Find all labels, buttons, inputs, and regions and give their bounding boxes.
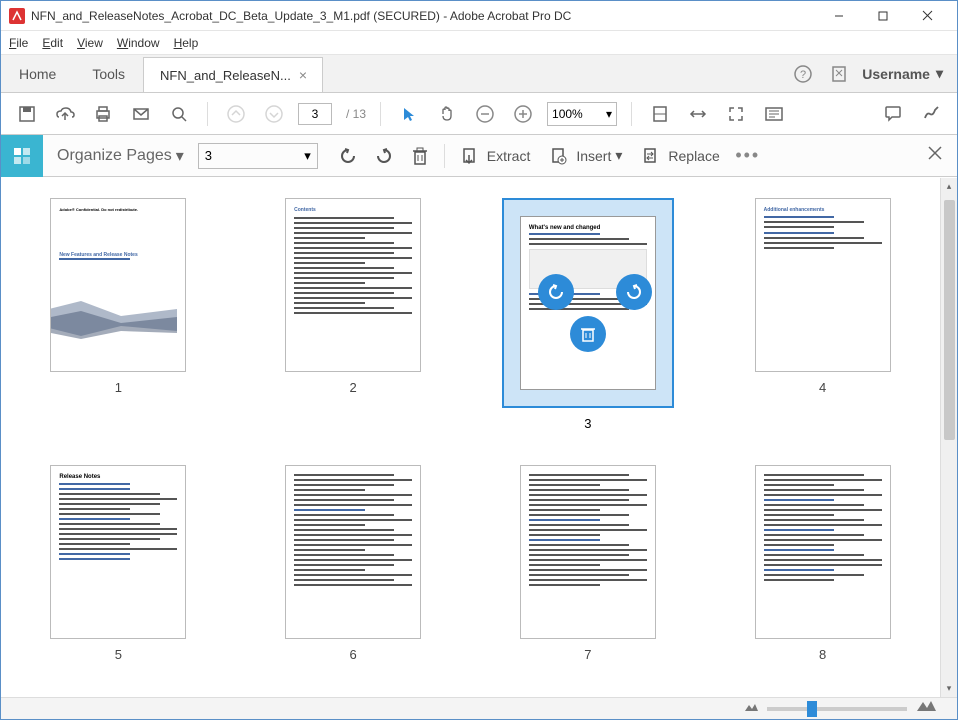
- fullscreen-icon[interactable]: [722, 100, 750, 128]
- menu-bar: File Edit View Window Help: [1, 31, 957, 55]
- thumbnail-small-icon[interactable]: [743, 700, 759, 718]
- save-icon[interactable]: [13, 100, 41, 128]
- zoom-select[interactable]: 100%▾: [547, 102, 617, 126]
- page-number: 8: [819, 647, 826, 662]
- rotate-right-icon[interactable]: [369, 141, 399, 171]
- more-options-icon[interactable]: •••: [733, 141, 763, 171]
- delete-badge-icon[interactable]: [570, 316, 606, 352]
- username-menu[interactable]: Username ▾: [862, 65, 943, 82]
- chevron-down-icon: ▾: [615, 147, 622, 164]
- fit-page-icon[interactable]: [646, 100, 674, 128]
- vertical-scrollbar[interactable]: ▴ ▾: [940, 178, 957, 697]
- close-organize-icon[interactable]: [927, 145, 943, 166]
- pages-grid-area: Adobe® Confidential. Do not redistribute…: [1, 178, 940, 697]
- page-range-select[interactable]: 3 ▾: [198, 143, 318, 169]
- tab-document-label: NFN_and_ReleaseN...: [160, 68, 291, 83]
- tab-document[interactable]: NFN_and_ReleaseN... ×: [143, 57, 323, 92]
- organize-pages-tool-icon[interactable]: [1, 135, 43, 177]
- acrobat-icon: [9, 8, 25, 24]
- insert-label[interactable]: Insert▾: [576, 147, 622, 164]
- sign-icon[interactable]: [917, 100, 945, 128]
- username-label: Username: [862, 66, 930, 82]
- chevron-down-icon: ▾: [936, 65, 943, 82]
- email-icon[interactable]: [127, 100, 155, 128]
- page-thumbnail-8[interactable]: 8: [735, 465, 910, 662]
- comment-icon[interactable]: [879, 100, 907, 128]
- page-thumbnail-7[interactable]: 7: [501, 465, 676, 662]
- maximize-button[interactable]: [861, 2, 905, 30]
- menu-file[interactable]: File: [9, 36, 28, 50]
- page-up-icon[interactable]: [222, 100, 250, 128]
- title-bar: NFN_and_ReleaseNotes_Acrobat_DC_Beta_Upd…: [1, 1, 957, 31]
- separator: [380, 102, 381, 126]
- scroll-down-icon[interactable]: ▾: [941, 680, 957, 697]
- current-page-input[interactable]: [298, 103, 332, 125]
- scrollbar-thumb[interactable]: [944, 200, 955, 440]
- chevron-down-icon: ▾: [176, 146, 184, 166]
- tab-close-icon[interactable]: ×: [299, 67, 307, 83]
- page-number: 4: [819, 380, 826, 395]
- replace-icon[interactable]: [635, 141, 665, 171]
- page-thumbnail-6[interactable]: 6: [266, 465, 441, 662]
- page-thumbnail-2[interactable]: Contents 2: [266, 198, 441, 431]
- minimize-button[interactable]: [817, 2, 861, 30]
- insert-icon[interactable]: [543, 141, 573, 171]
- page-number: 1: [115, 380, 122, 395]
- pointer-tool-icon[interactable]: [395, 100, 423, 128]
- cloud-upload-icon[interactable]: [51, 100, 79, 128]
- page-down-icon[interactable]: [260, 100, 288, 128]
- thumbnail-size-slider[interactable]: [767, 707, 907, 711]
- menu-help[interactable]: Help: [174, 36, 199, 50]
- scroll-up-icon[interactable]: ▴: [941, 178, 957, 195]
- page-number: 2: [350, 380, 357, 395]
- tab-tools[interactable]: Tools: [74, 55, 143, 92]
- page-number: 6: [350, 647, 357, 662]
- separator: [207, 102, 208, 126]
- delete-icon[interactable]: [405, 141, 435, 171]
- close-button[interactable]: [905, 2, 949, 30]
- separator: [444, 144, 445, 168]
- page-number: 5: [115, 647, 122, 662]
- organize-pages-title[interactable]: Organize Pages ▾: [43, 146, 198, 166]
- rotate-left-badge-icon[interactable]: [538, 274, 574, 310]
- page-thumbnail-3[interactable]: What's new and changed 3: [501, 198, 676, 431]
- extract-label[interactable]: Extract: [487, 148, 531, 164]
- print-icon[interactable]: [89, 100, 117, 128]
- read-mode-icon[interactable]: [760, 100, 788, 128]
- fit-width-icon[interactable]: [684, 100, 712, 128]
- page-total-label: / 13: [346, 107, 366, 121]
- zoom-out-icon[interactable]: [471, 100, 499, 128]
- window-title: NFN_and_ReleaseNotes_Acrobat_DC_Beta_Upd…: [31, 9, 817, 23]
- chevron-down-icon: ▾: [606, 107, 612, 121]
- svg-text:?: ?: [800, 69, 806, 81]
- menu-edit[interactable]: Edit: [42, 36, 63, 50]
- chevron-down-icon: ▾: [304, 148, 311, 164]
- organize-pages-bar: Organize Pages ▾ 3 ▾ Extract Insert▾ Rep…: [1, 135, 957, 177]
- page-thumbnail-1[interactable]: Adobe® Confidential. Do not redistribute…: [31, 198, 206, 431]
- menu-view[interactable]: View: [77, 36, 103, 50]
- tab-home[interactable]: Home: [1, 55, 74, 92]
- slider-knob[interactable]: [807, 701, 817, 717]
- content-area: Adobe® Confidential. Do not redistribute…: [1, 178, 957, 697]
- bottom-zoom-bar: [1, 697, 957, 719]
- thumbnail-large-icon[interactable]: [915, 699, 937, 718]
- menu-window[interactable]: Window: [117, 36, 160, 50]
- separator: [631, 102, 632, 126]
- hand-tool-icon[interactable]: [433, 100, 461, 128]
- rotate-right-badge-icon[interactable]: [616, 274, 652, 310]
- extract-icon[interactable]: [454, 141, 484, 171]
- page-thumbnail-4[interactable]: Additional enhancements 4: [735, 198, 910, 431]
- replace-label[interactable]: Replace: [668, 148, 719, 164]
- page-thumbnail-5[interactable]: Release Notes 5: [31, 465, 206, 662]
- main-tab-row: Home Tools NFN_and_ReleaseN... × ? Usern…: [1, 55, 957, 93]
- zoom-in-icon[interactable]: [509, 100, 537, 128]
- search-icon[interactable]: [165, 100, 193, 128]
- rotate-left-icon[interactable]: [333, 141, 363, 171]
- help-icon[interactable]: ?: [790, 61, 816, 87]
- page-number: 7: [584, 647, 591, 662]
- main-toolbar: / 13 100%▾: [1, 93, 957, 135]
- notifications-icon[interactable]: [826, 61, 852, 87]
- page-number: 3: [584, 416, 591, 431]
